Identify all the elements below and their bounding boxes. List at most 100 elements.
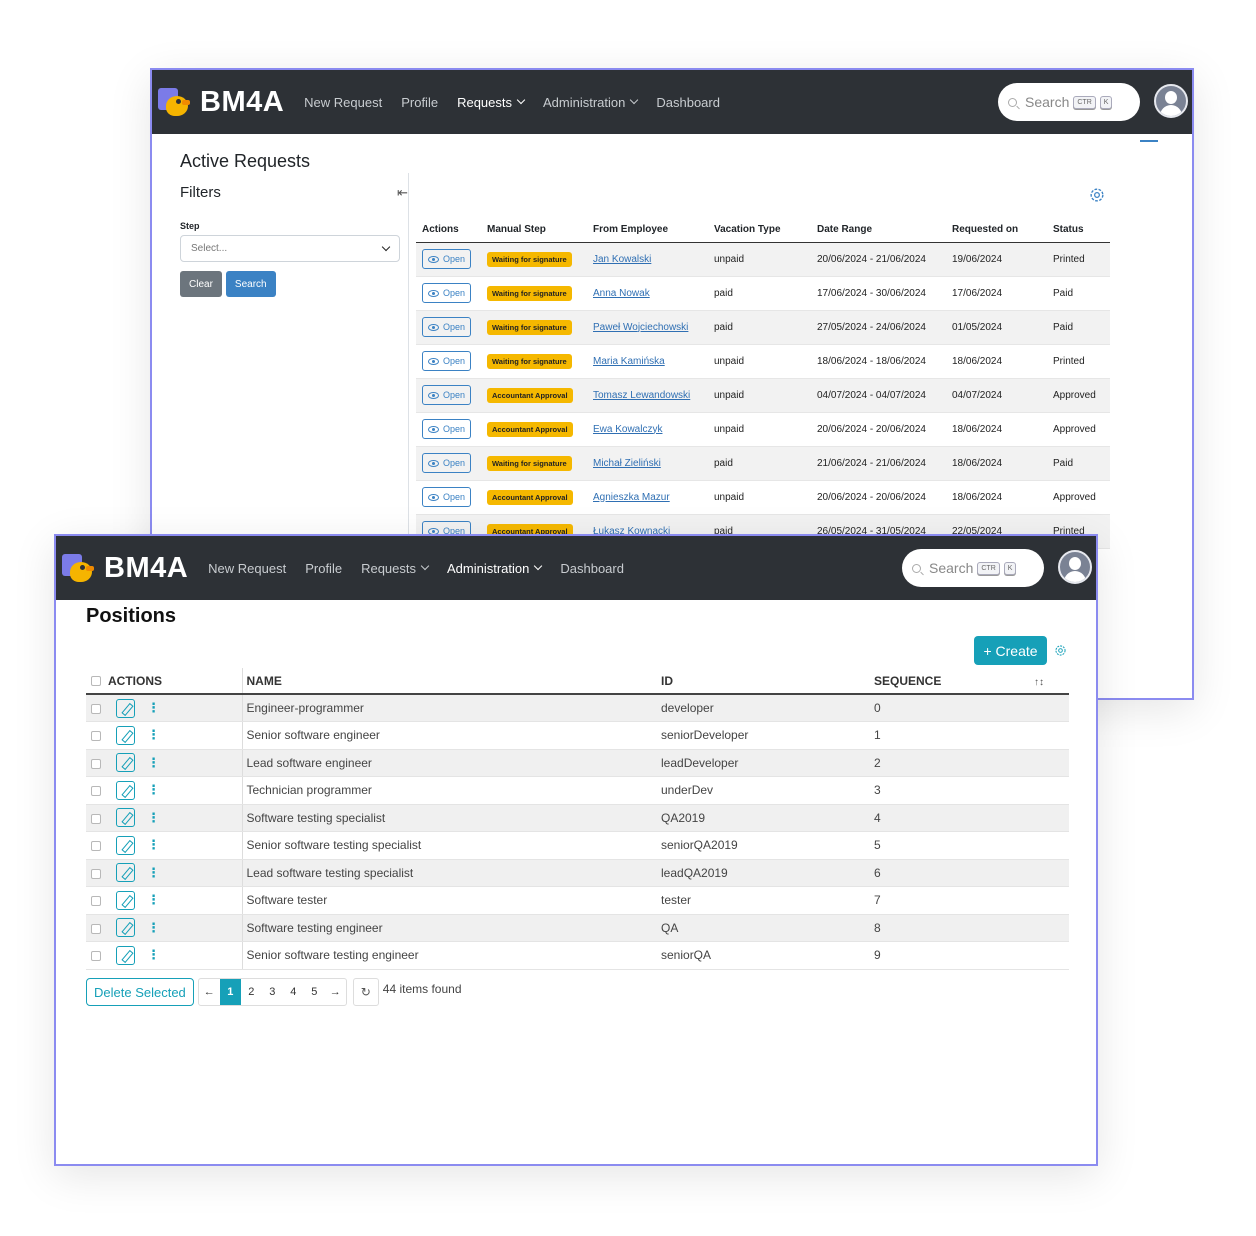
gear-icon[interactable] bbox=[1054, 644, 1067, 657]
avatar[interactable] bbox=[1058, 550, 1092, 584]
edit-pencil-icon[interactable] bbox=[116, 725, 135, 745]
table-row: ⋮ Software tester tester 7 bbox=[86, 886, 1069, 915]
refresh-icon[interactable]: ↻ bbox=[352, 978, 379, 1006]
nav-dashboard[interactable]: Dashboard bbox=[560, 561, 624, 576]
page-button-5[interactable]: 5 bbox=[304, 979, 325, 1005]
employee-link[interactable]: Anna Nowak bbox=[593, 288, 650, 299]
more-vertical-icon[interactable]: ⋮ bbox=[147, 755, 160, 771]
employee-link[interactable]: Maria Kamińska bbox=[593, 356, 665, 367]
sort-icon[interactable]: ↑↕ bbox=[1034, 677, 1044, 688]
page-button-3[interactable]: 3 bbox=[262, 979, 283, 1005]
open-button[interactable]: Open bbox=[422, 283, 472, 303]
open-button[interactable]: Open bbox=[422, 317, 472, 337]
more-vertical-icon[interactable]: ⋮ bbox=[147, 700, 160, 716]
employee-link[interactable]: Agnieszka Mazur bbox=[593, 492, 670, 503]
sort-cell: ↑↕ bbox=[1034, 668, 1069, 695]
column-header-id[interactable]: ID bbox=[661, 668, 874, 695]
column-header[interactable]: Date Range bbox=[811, 218, 946, 243]
row-checkbox[interactable] bbox=[91, 813, 101, 824]
nav-new-request[interactable]: New Request bbox=[304, 95, 382, 110]
search-button[interactable]: Search bbox=[225, 271, 276, 297]
column-header[interactable]: Vacation Type bbox=[708, 218, 811, 243]
nav-requests[interactable]: Requests bbox=[361, 561, 430, 576]
nav-administration[interactable]: Administration bbox=[447, 561, 543, 576]
table-row: ⋮ Senior software engineer seniorDeveloper… bbox=[86, 721, 1069, 750]
nav-dashboard[interactable]: Dashboard bbox=[656, 95, 720, 110]
open-button[interactable]: Open bbox=[422, 453, 472, 473]
column-header[interactable]: Manual Step bbox=[481, 218, 587, 243]
row-checkbox[interactable] bbox=[91, 703, 101, 714]
more-vertical-icon[interactable]: ⋮ bbox=[147, 920, 160, 936]
nav-profile[interactable]: Profile bbox=[305, 561, 342, 576]
employee-link[interactable]: Tomasz Lewandowski bbox=[593, 390, 690, 401]
search-input[interactable]: Search CTR K bbox=[902, 549, 1044, 587]
edit-pencil-icon[interactable] bbox=[116, 890, 135, 910]
nav-profile[interactable]: Profile bbox=[401, 95, 438, 110]
employee-link[interactable]: Michał Zieliński bbox=[593, 458, 661, 469]
column-header[interactable]: From Employee bbox=[587, 218, 708, 243]
more-vertical-icon[interactable]: ⋮ bbox=[147, 837, 160, 853]
collapse-panel-icon[interactable]: ⇤ bbox=[397, 185, 408, 201]
page-button-1[interactable]: 1 bbox=[219, 979, 241, 1005]
employee-link[interactable]: Paweł Wojciechowski bbox=[593, 322, 688, 333]
column-header[interactable]: Actions bbox=[416, 218, 481, 243]
edit-pencil-icon[interactable] bbox=[116, 945, 135, 965]
more-vertical-icon[interactable]: ⋮ bbox=[147, 865, 160, 881]
more-vertical-icon[interactable]: ⋮ bbox=[147, 727, 160, 743]
row-checkbox[interactable] bbox=[91, 951, 101, 962]
edit-pencil-icon[interactable] bbox=[116, 780, 135, 800]
employee-link[interactable]: Jan Kowalski bbox=[593, 254, 651, 265]
search-input[interactable]: Search CTR K bbox=[998, 83, 1140, 121]
column-header[interactable]: Requested on bbox=[946, 218, 1047, 243]
delete-selected-button[interactable]: Delete Selected bbox=[86, 978, 194, 1006]
next-page-button[interactable]: → bbox=[325, 979, 346, 1005]
row-checkbox[interactable] bbox=[91, 841, 101, 852]
open-button[interactable]: Open bbox=[422, 419, 472, 439]
select-cell bbox=[86, 831, 108, 860]
chevron-down-icon bbox=[516, 95, 526, 105]
nav-new-request[interactable]: New Request bbox=[208, 561, 286, 576]
edit-pencil-icon[interactable] bbox=[116, 753, 135, 773]
brand-logo[interactable]: BM4A bbox=[60, 550, 188, 586]
edit-pencil-icon[interactable] bbox=[116, 698, 135, 718]
employee-link[interactable]: Ewa Kowalczyk bbox=[593, 424, 662, 435]
more-vertical-icon[interactable]: ⋮ bbox=[147, 892, 160, 908]
row-checkbox[interactable] bbox=[91, 731, 101, 742]
open-button[interactable]: Open bbox=[422, 385, 472, 405]
table-row: ⋮ Lead software testing specialist leadQA2… bbox=[86, 859, 1069, 887]
more-vertical-icon[interactable]: ⋮ bbox=[147, 782, 160, 798]
prev-page-button[interactable]: ← bbox=[199, 979, 220, 1005]
step-select[interactable]: Select... bbox=[180, 235, 400, 262]
more-vertical-icon[interactable]: ⋮ bbox=[147, 947, 160, 963]
open-button[interactable]: Open bbox=[422, 249, 472, 269]
nav-administration[interactable]: Administration bbox=[543, 95, 639, 110]
row-checkbox[interactable] bbox=[91, 758, 101, 769]
manual-step-cell: Accountant Approval bbox=[481, 412, 587, 447]
edit-pencil-icon[interactable] bbox=[116, 918, 135, 938]
employee-cell: Paweł Wojciechowski bbox=[587, 310, 708, 345]
gear-icon[interactable] bbox=[1088, 186, 1106, 204]
row-checkbox[interactable] bbox=[91, 923, 101, 934]
nav-requests[interactable]: Requests bbox=[457, 95, 526, 110]
create-button[interactable]: + Create bbox=[974, 636, 1047, 665]
clear-button[interactable]: Clear bbox=[180, 271, 222, 297]
column-header[interactable]: Status bbox=[1047, 218, 1110, 243]
row-checkbox[interactable] bbox=[91, 786, 101, 797]
row-checkbox[interactable] bbox=[91, 868, 101, 879]
column-header-name[interactable]: NAME bbox=[241, 668, 661, 695]
select-cell bbox=[86, 941, 108, 970]
edit-pencil-icon[interactable] bbox=[116, 863, 135, 883]
edit-pencil-icon[interactable] bbox=[116, 808, 135, 828]
page-button-4[interactable]: 4 bbox=[283, 979, 304, 1005]
page-button-2[interactable]: 2 bbox=[241, 979, 262, 1005]
column-header-sequence[interactable]: SEQUENCE bbox=[874, 668, 1034, 695]
select-cell bbox=[86, 721, 108, 750]
row-checkbox[interactable] bbox=[91, 896, 101, 907]
edit-pencil-icon[interactable] bbox=[116, 835, 135, 855]
brand-logo[interactable]: BM4A bbox=[156, 84, 284, 120]
select-all-checkbox[interactable] bbox=[91, 676, 101, 687]
open-button[interactable]: Open bbox=[422, 351, 472, 371]
avatar[interactable] bbox=[1154, 84, 1188, 118]
open-button[interactable]: Open bbox=[422, 487, 472, 507]
more-vertical-icon[interactable]: ⋮ bbox=[147, 810, 160, 826]
